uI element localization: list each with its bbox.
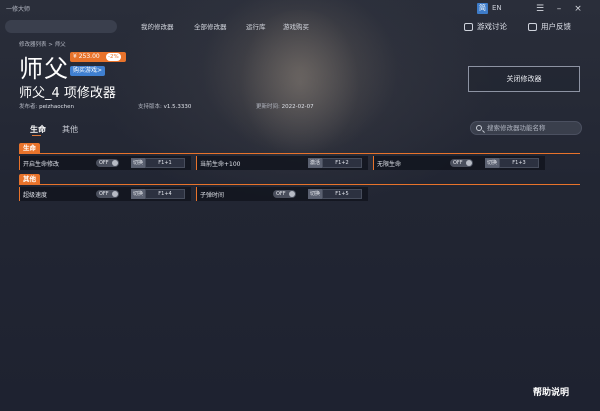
trainer-name: 师父_4 项修改器 (19, 86, 116, 101)
publisher-label: 发布者: (19, 104, 38, 110)
cheat-toggle[interactable]: OFF (450, 159, 473, 167)
cheat-row: 当前生命+100 激活 F1+2 (196, 156, 368, 170)
nav-game-purchase[interactable]: 游戏购买 (283, 21, 309, 31)
hotkey-box[interactable]: F1+1 (145, 158, 185, 168)
publisher-info: 发布者: peizhaochen (19, 102, 74, 110)
hotkey-mode: 切换 (131, 189, 145, 199)
nav-all-trainers[interactable]: 全部修改器 (194, 21, 227, 31)
toggle-knob (466, 160, 472, 166)
toggle-knob (289, 191, 295, 197)
tab-other[interactable]: 其他 (62, 124, 78, 135)
chat-icon (464, 22, 473, 31)
title-bar: 一修大师 简 EN ☰ – × (0, 0, 600, 18)
updated-info: 更新时间: 2022-02-07 (256, 102, 314, 110)
game-title: 师父 (19, 55, 69, 83)
tab-life[interactable]: 生命 (30, 124, 46, 135)
lang-zh-button[interactable]: 简 (477, 3, 488, 14)
nav-my-trainers[interactable]: 我的修改器 (141, 21, 174, 31)
cheat-toggle[interactable]: OFF (96, 159, 119, 167)
cheat-toggle[interactable]: OFF (96, 190, 119, 198)
search-icon (476, 125, 482, 131)
category-life-header: 生命 (19, 143, 40, 153)
hotkey-mode: 切换 (308, 189, 322, 199)
game-discussion-link[interactable]: 游戏讨论 (464, 21, 507, 32)
updated-label: 更新时间: (256, 104, 280, 110)
cheat-row: 子弹时间 OFF 切换 F1+5 (196, 187, 368, 201)
cheat-name: 开启生命修改 (23, 161, 60, 168)
version-info: 支持版本: v1.5.3330 (138, 102, 191, 110)
breadcrumb[interactable]: 修改器列表 > 师父 (19, 40, 66, 48)
cheat-name: 无限生命 (377, 161, 402, 168)
toggle-knob (112, 191, 118, 197)
user-feedback-link[interactable]: 用户反馈 (528, 21, 571, 32)
game-discussion-label: 游戏讨论 (477, 22, 507, 31)
hotkey-box[interactable]: F1+4 (145, 189, 185, 199)
minimize-icon[interactable]: – (553, 3, 565, 15)
hotkey-mode[interactable]: 激活 (308, 158, 322, 168)
app-title: 一修大师 (6, 6, 31, 13)
lang-en-button[interactable]: EN (492, 4, 502, 12)
cheat-name: 当前生命+100 (200, 161, 241, 168)
category-divider (19, 184, 580, 185)
cheat-row: 开启生命修改 OFF 切换 F1+1 (19, 156, 191, 170)
cheat-name: 子弹时间 (200, 192, 225, 199)
active-tab-indicator (32, 135, 41, 136)
close-trainer-button[interactable]: 关闭修改器 (468, 66, 580, 92)
version-value: v1.5.3330 (163, 104, 192, 110)
toggle-label: OFF (99, 160, 109, 166)
category-divider (19, 153, 580, 154)
feature-search-input[interactable]: 搜索修改器功能名称 (470, 121, 582, 135)
toggle-label: OFF (453, 160, 463, 166)
buy-game-button[interactable]: 购买游戏> (70, 66, 106, 76)
toggle-knob (112, 160, 118, 166)
cheat-row: 无限生命 OFF 切换 F1+3 (373, 156, 545, 170)
cheat-toggle[interactable]: OFF (273, 190, 296, 198)
top-search-input[interactable] (5, 20, 117, 33)
nav-runtime[interactable]: 运行库 (246, 21, 266, 31)
category-other-header: 其他 (19, 174, 40, 184)
hotkey-box[interactable]: F1+5 (322, 189, 362, 199)
toggle-label: OFF (276, 191, 286, 197)
menu-icon[interactable]: ☰ (534, 3, 546, 15)
hotkey-mode: 切换 (131, 158, 145, 168)
close-icon[interactable]: × (572, 3, 584, 15)
user-feedback-label: 用户反馈 (541, 22, 571, 31)
version-label: 支持版本: (138, 104, 162, 110)
hotkey-box[interactable]: F1+2 (322, 158, 362, 168)
character-portrait (230, 10, 370, 170)
help-link[interactable]: 帮助说明 (533, 385, 569, 398)
search-placeholder: 搜索修改器功能名称 (487, 124, 546, 132)
feedback-icon (528, 22, 537, 31)
cheat-row: 超级速度 OFF 切换 F1+4 (19, 187, 191, 201)
updated-value: 2022-02-07 (281, 104, 314, 110)
hotkey-box[interactable]: F1+3 (499, 158, 539, 168)
discount-badge: -2% (106, 53, 121, 61)
cheat-name: 超级速度 (23, 192, 48, 199)
hotkey-mode: 切换 (485, 158, 499, 168)
publisher-value: peizhaochen (39, 104, 74, 110)
toggle-label: OFF (99, 191, 109, 197)
